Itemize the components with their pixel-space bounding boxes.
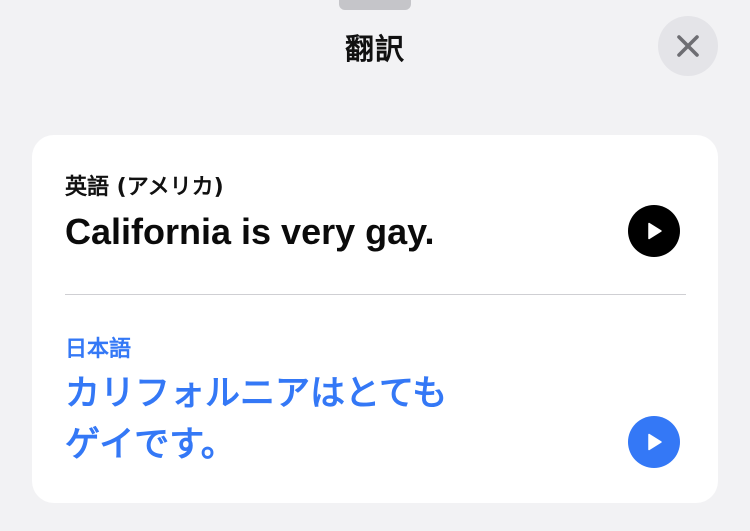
source-text: California is very gay. [65, 211, 435, 252]
sheet-grabber[interactable] [339, 0, 411, 10]
target-text-line: カリフォルニアはとても [65, 374, 448, 414]
divider [65, 294, 686, 295]
close-button[interactable] [658, 16, 718, 76]
source-language-label: 英語 (アメリカ) [65, 175, 224, 200]
translation-card: 英語 (アメリカ) California is very gay. 日本語 カリ… [32, 135, 718, 503]
play-target-button[interactable] [628, 416, 680, 468]
close-icon [677, 35, 699, 57]
sheet-title: 翻訳 [344, 32, 405, 66]
play-source-button[interactable] [628, 205, 680, 257]
target-language-label: 日本語 [65, 337, 132, 362]
target-text-line: ゲイです。 [65, 425, 236, 465]
target-text: カリフォルニアはとても ゲイです。 [65, 369, 505, 471]
play-icon [648, 222, 662, 240]
play-icon [648, 433, 662, 451]
